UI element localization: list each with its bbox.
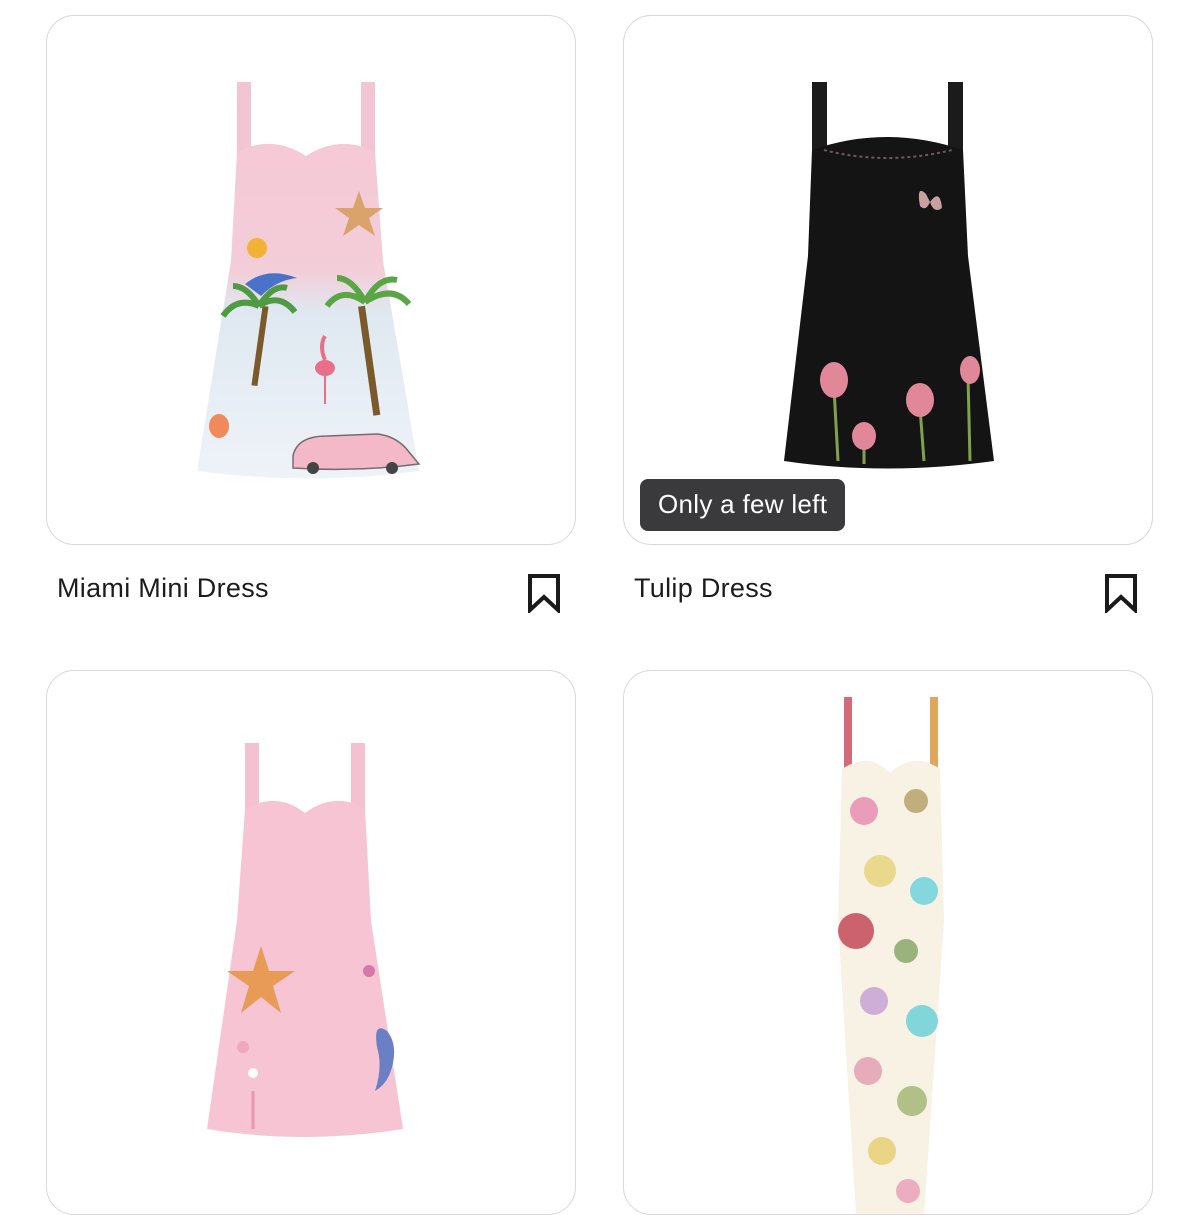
product-card-tulip[interactable]: Only a few left [623, 15, 1153, 545]
product-card-miami[interactable] [46, 15, 576, 545]
product-title[interactable]: Tulip Dress [634, 573, 773, 604]
product-image-miami-mini-dress[interactable] [47, 16, 576, 545]
product-image-pink-starfish-dress[interactable] [47, 671, 576, 1215]
bookmark-icon[interactable] [526, 573, 562, 615]
product-title[interactable]: Miami Mini Dress [57, 573, 269, 604]
product-image-tulip-dress[interactable] [624, 16, 1153, 545]
product-card-floral-slip[interactable] [623, 670, 1153, 1215]
product-card-pink-starfish[interactable] [46, 670, 576, 1215]
product-image-floral-slip-dress[interactable] [624, 671, 1153, 1215]
bookmark-icon[interactable] [1103, 573, 1139, 615]
low-stock-badge: Only a few left [640, 479, 846, 531]
